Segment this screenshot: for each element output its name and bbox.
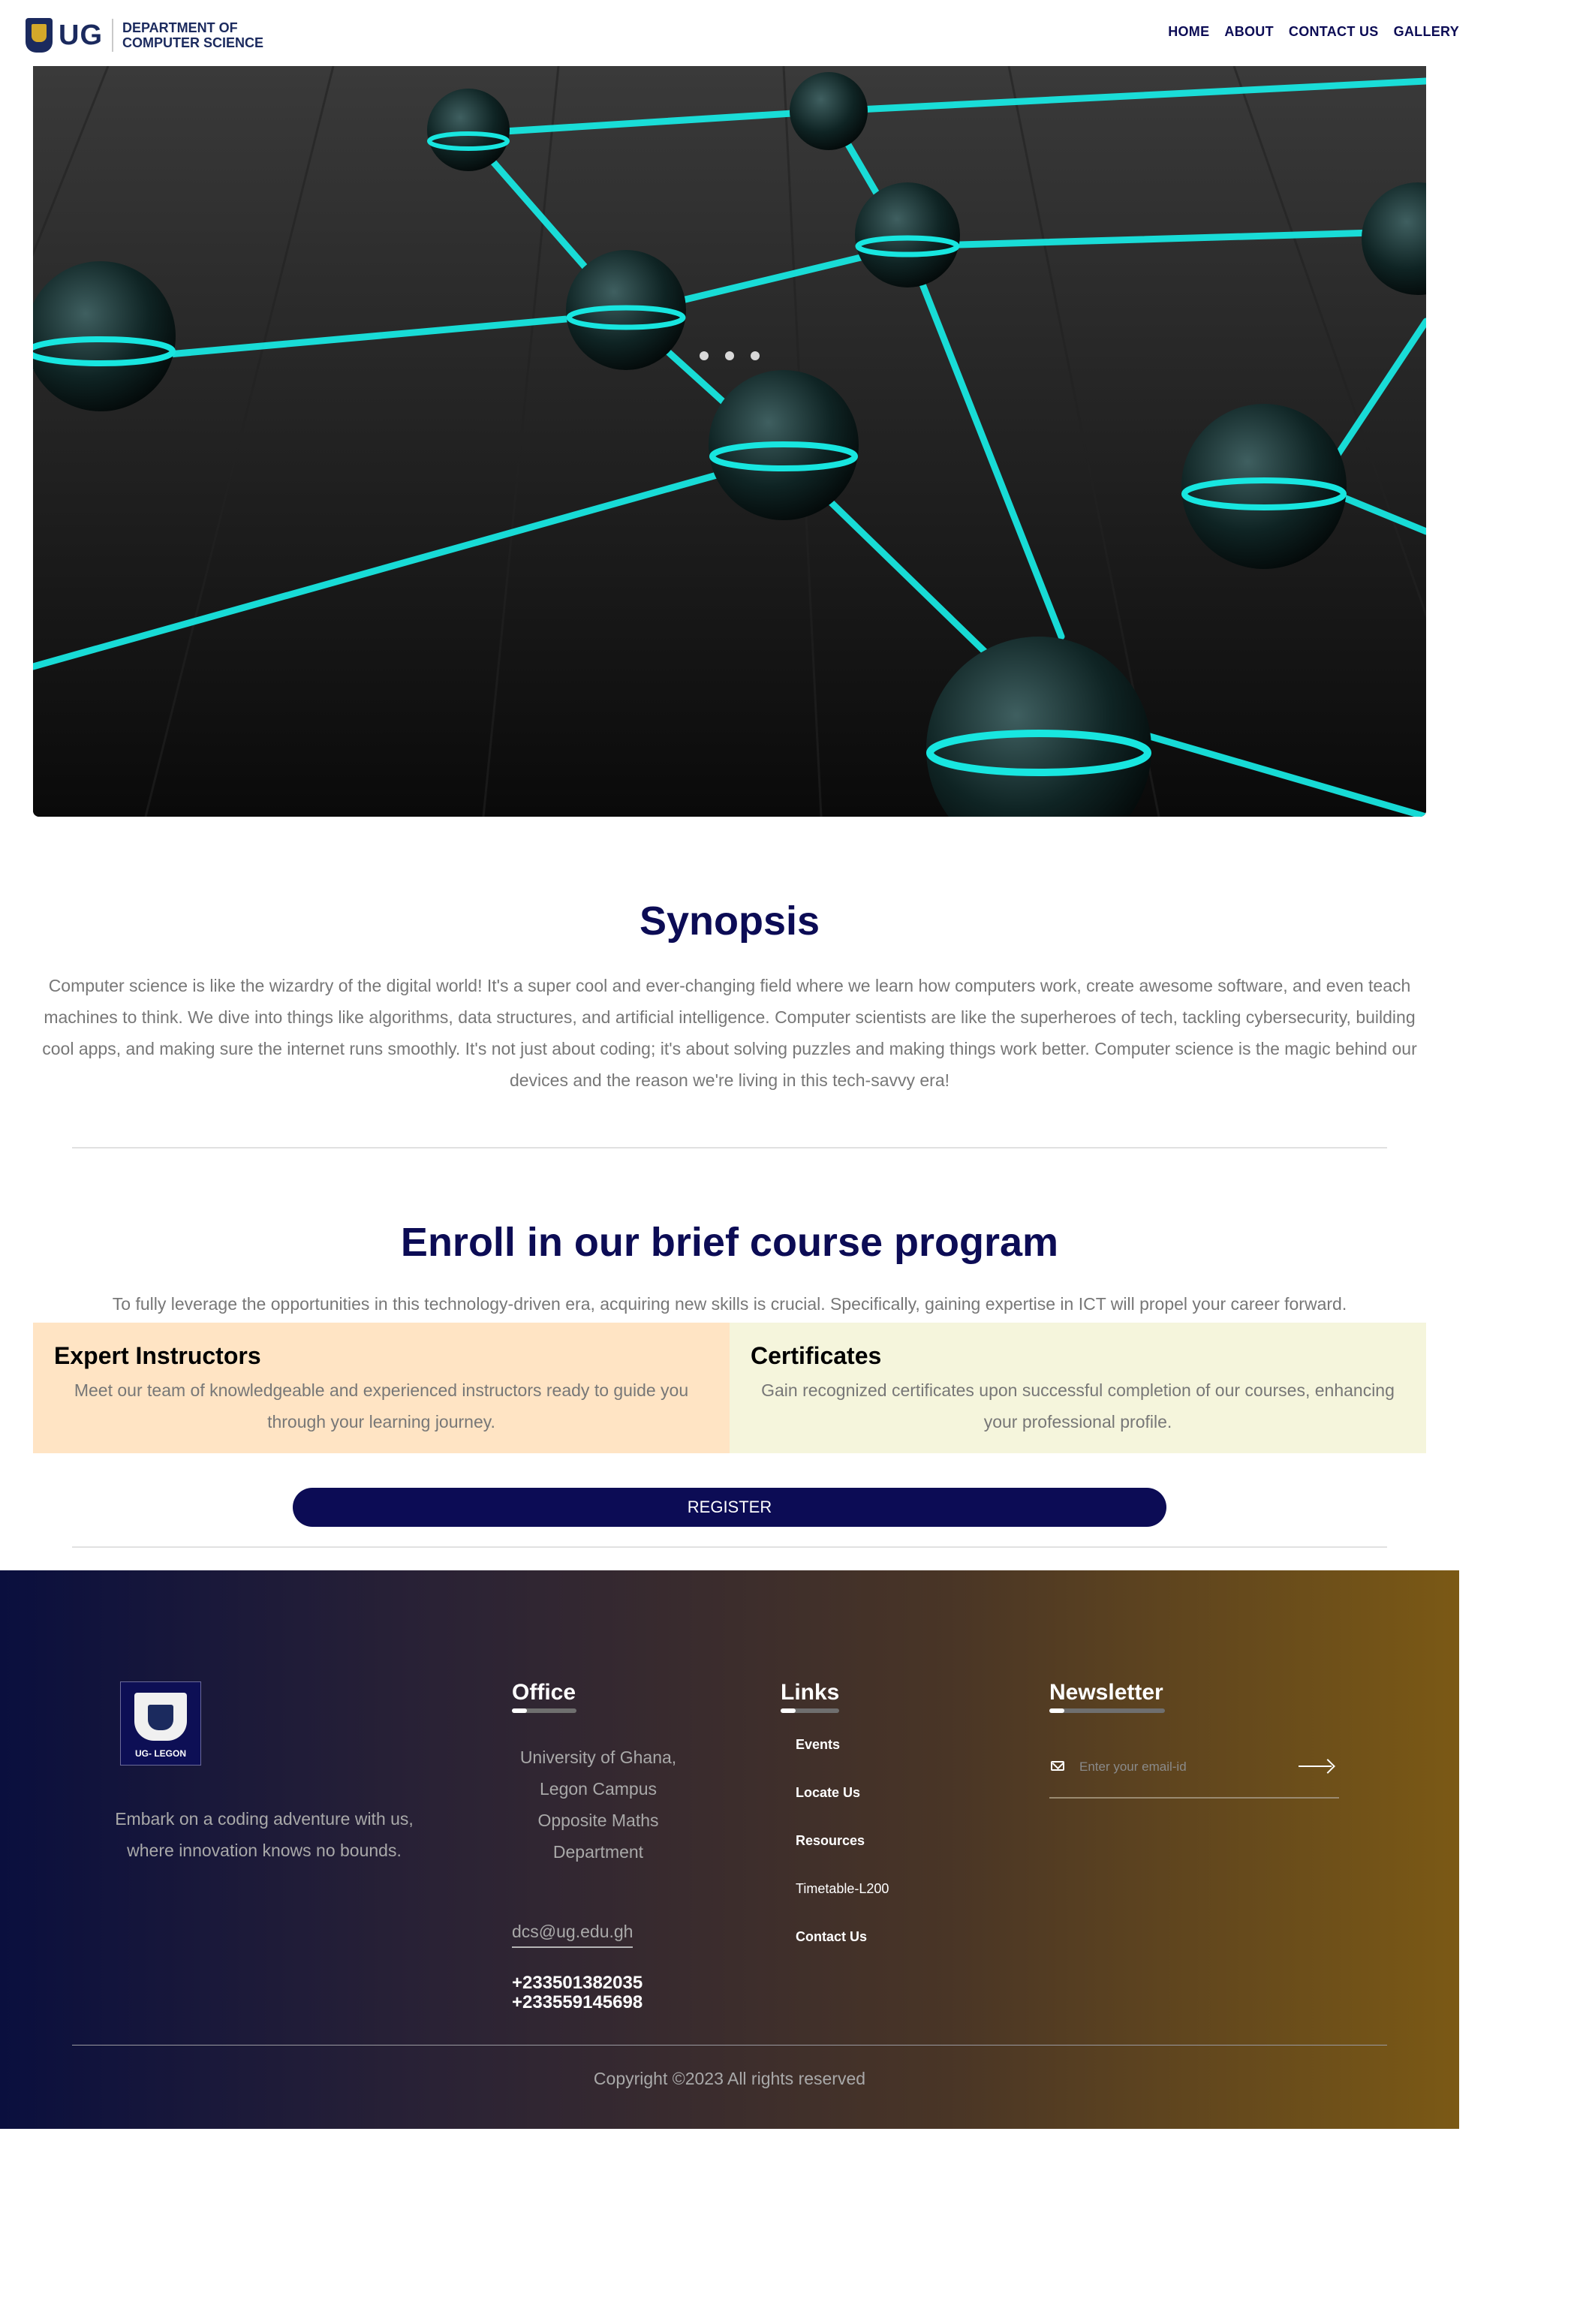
section-divider (72, 1546, 1387, 1548)
newsletter-email-input[interactable] (1078, 1755, 1291, 1779)
copyright-text: Copyright ©2023 All rights reserved (593, 2069, 866, 2088)
footer-link-timetable[interactable]: Timetable-L200 (796, 1881, 889, 1896)
office-address: University of Ghana, Legon Campus Opposi… (519, 1748, 677, 1862)
logo-text: UG (59, 19, 113, 52)
carousel-dot-3[interactable] (751, 351, 760, 360)
mail-icon (1051, 1761, 1064, 1771)
main-nav: HOME ABOUT CONTACT US GALLERY (1168, 24, 1459, 40)
office-phone-1: +233501382035 (512, 1973, 643, 1993)
footer-link-events[interactable]: Events (796, 1737, 840, 1752)
ug-legon-logo: UG- LEGON (120, 1681, 201, 1766)
carousel-indicators (700, 351, 760, 360)
network-illustration (33, 66, 1426, 817)
logo-caption: UG- LEGON (135, 1748, 186, 1759)
nav-home[interactable]: HOME (1168, 24, 1209, 40)
newsletter-form (1049, 1751, 1339, 1799)
department-name: DEPARTMENT OF COMPUTER SCIENCE (122, 20, 263, 50)
synopsis-text: Computer science is like the wizardry of… (42, 976, 1417, 1090)
nav-gallery[interactable]: GALLERY (1394, 24, 1459, 40)
heading-underline (781, 1708, 839, 1713)
newsletter-submit-arrow-icon[interactable] (1294, 1751, 1339, 1781)
section-divider (72, 1147, 1387, 1148)
nav-about[interactable]: ABOUT (1224, 24, 1274, 40)
register-button[interactable]: REGISTER (293, 1488, 1166, 1527)
page: UG DEPARTMENT OF COMPUTER SCIENCE HOME A… (0, 0, 1459, 2324)
footer-link-resources[interactable]: Resources (796, 1833, 865, 1848)
heading-underline (1049, 1708, 1165, 1713)
footer-link-locate-us[interactable]: Locate Us (796, 1785, 860, 1800)
carousel-dot-1[interactable] (700, 351, 709, 360)
synopsis-title: Synopsis (639, 899, 820, 944)
carousel-dot-2[interactable] (725, 351, 734, 360)
newsletter-heading: Newsletter (1049, 1680, 1163, 1705)
card-title: Certificates (751, 1342, 882, 1369)
navbar: UG DEPARTMENT OF COMPUTER SCIENCE HOME A… (0, 0, 1459, 66)
office-heading: Office (512, 1680, 576, 1705)
hero-carousel[interactable] (33, 66, 1426, 817)
certificates-card: Certificates Gain recognized certificate… (730, 1323, 1426, 1453)
expert-instructors-card: Expert Instructors Meet our team of know… (33, 1323, 730, 1453)
enroll-subtitle: To fully leverage the opportunities in t… (112, 1294, 1347, 1314)
ug-crest-icon (26, 18, 53, 53)
ug-shield-icon (134, 1693, 187, 1741)
heading-underline (512, 1708, 576, 1713)
footer-link-contact-us[interactable]: Contact Us (796, 1929, 867, 1944)
card-text: Meet our team of knowledgeable and exper… (74, 1380, 689, 1431)
department-line-2: COMPUTER SCIENCE (122, 35, 264, 50)
footer-divider (72, 2045, 1387, 2046)
department-line-1: DEPARTMENT OF (122, 20, 238, 35)
site-logo-link[interactable]: UG DEPARTMENT OF COMPUTER SCIENCE (26, 18, 263, 53)
footer-tagline: Embark on a coding adventure with us, wh… (115, 1809, 414, 1860)
card-title: Expert Instructors (54, 1342, 261, 1369)
office-phone-2: +233559145698 (512, 1992, 643, 2012)
enroll-title: Enroll in our brief course program (400, 1220, 1059, 1265)
footer: UG- LEGON Embark on a coding adventure w… (0, 1570, 1459, 2129)
nav-contact-us[interactable]: CONTACT US (1289, 24, 1379, 40)
card-text: Gain recognized certificates upon succes… (761, 1380, 1395, 1431)
footer-links: Events Locate Us Resources Timetable-L20… (796, 1737, 889, 1977)
links-heading: Links (781, 1680, 840, 1705)
office-email-link[interactable]: dcs@ug.edu.gh (512, 1922, 634, 1948)
